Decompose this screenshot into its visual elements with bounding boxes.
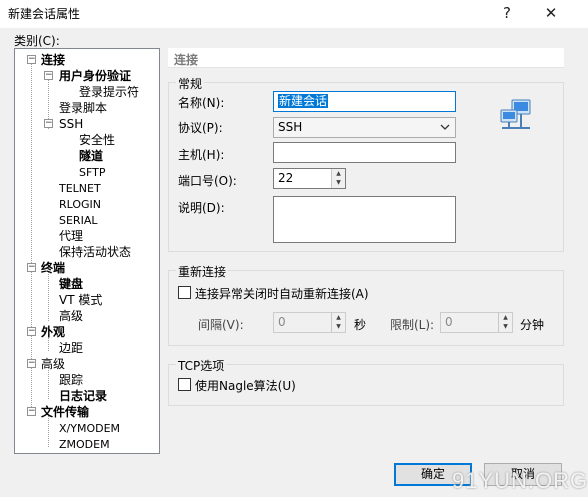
nagle-label[interactable]: 使用Nagle算法(U) <box>195 377 296 394</box>
host-input[interactable] <box>273 142 456 163</box>
host-label: 主机(H): <box>178 148 225 162</box>
limit-input[interactable]: 0 ▲ ▼ <box>440 312 513 333</box>
interval-spinner[interactable]: ▲ ▼ <box>331 313 345 332</box>
tree-item-ssh[interactable]: SSH <box>59 117 83 132</box>
pane-title: 连接 <box>174 53 199 67</box>
interval-label: 间隔(V): <box>198 318 244 332</box>
auto-reconnect-label[interactable]: 连接异常关闭时自动重新连接(A) <box>195 285 369 302</box>
watermark: 91YUN.ORG <box>452 468 588 493</box>
port-input[interactable]: 22 ▲ ▼ <box>273 168 346 189</box>
spin-up-icon[interactable]: ▲ <box>332 169 345 178</box>
auto-reconnect-checkbox[interactable] <box>178 286 191 299</box>
window-title: 新建会话属性 <box>8 7 81 21</box>
spin-up-icon[interactable]: ▲ <box>499 313 512 322</box>
spin-down-icon[interactable]: ▼ <box>332 322 345 331</box>
interval-unit: 秒 <box>354 318 367 332</box>
protocol-value: SSH <box>278 120 303 134</box>
help-button[interactable]: ? <box>496 2 518 24</box>
tree-item-telnet[interactable]: TELNET <box>59 181 101 196</box>
description-label: 说明(D): <box>178 201 225 215</box>
tree-item-terminal-advanced[interactable]: 高级 <box>59 309 83 324</box>
tree-toggle-connection[interactable]: − <box>27 55 36 64</box>
general-legend: 常规 <box>176 75 205 92</box>
tree-item-zmodem[interactable]: ZMODEM <box>59 437 110 452</box>
category-label: 类别(C): <box>14 34 60 48</box>
port-value: 22 <box>278 171 294 185</box>
nagle-checkbox[interactable] <box>178 378 191 391</box>
port-label: 端口号(O): <box>178 174 237 188</box>
tree-item-proxy[interactable]: 代理 <box>59 229 83 244</box>
limit-value: 0 <box>445 315 453 329</box>
tcp-legend: TCP选项 <box>176 357 227 374</box>
tree-toggle-terminal[interactable]: − <box>27 263 36 272</box>
port-spinner[interactable]: ▲ ▼ <box>331 169 345 188</box>
title-bar: 新建会话属性 ? ✕ <box>0 0 588 28</box>
tree-item-advanced[interactable]: 高级 <box>41 357 65 372</box>
protocol-label: 协议(P): <box>178 121 223 135</box>
tree-item-user-auth[interactable]: 用户身份验证 <box>59 69 131 84</box>
tree-item-sftp[interactable]: SFTP <box>79 165 105 180</box>
spin-down-icon[interactable]: ▼ <box>499 322 512 331</box>
protocol-select[interactable]: SSH <box>273 117 456 138</box>
name-value: 新建会话 <box>278 94 329 108</box>
tree-item-terminal[interactable]: 终端 <box>41 261 65 276</box>
tree-toggle-advanced[interactable]: − <box>27 359 36 368</box>
chevron-down-icon <box>440 124 450 130</box>
tree-item-appearance[interactable]: 外观 <box>41 325 65 340</box>
tree-item-login-prompts[interactable]: 登录提示符 <box>79 85 139 100</box>
tree-item-vt-modes[interactable]: VT 模式 <box>59 293 102 308</box>
tree-toggle-file-transfer[interactable]: − <box>27 407 36 416</box>
tree-item-security[interactable]: 安全性 <box>79 133 115 148</box>
spin-up-icon[interactable]: ▲ <box>332 313 345 322</box>
category-tree[interactable]: − − − − − − − 连接 用户身份验证 登录提示符 登录脚本 SSH 安… <box>14 48 160 454</box>
network-icon <box>500 99 531 129</box>
spin-down-icon[interactable]: ▼ <box>332 178 345 187</box>
name-input[interactable]: 新建会话 <box>273 91 456 112</box>
tree-item-xymodem[interactable]: X/YMODEM <box>59 421 120 436</box>
tree-item-trace[interactable]: 跟踪 <box>59 373 83 388</box>
tree-toggle-ssh[interactable]: − <box>44 119 53 128</box>
tree-item-logging[interactable]: 日志记录 <box>59 389 107 404</box>
interval-value: 0 <box>278 315 286 329</box>
interval-input[interactable]: 0 ▲ ▼ <box>273 312 346 333</box>
tree-item-tunneling[interactable]: 隧道 <box>79 149 103 164</box>
tree-item-file-transfer[interactable]: 文件传输 <box>41 405 89 420</box>
limit-spinner[interactable]: ▲ ▼ <box>498 313 512 332</box>
tree-toggle-appearance[interactable]: − <box>27 327 36 336</box>
tree-item-rlogin[interactable]: RLOGIN <box>59 197 101 212</box>
reconnect-legend: 重新连接 <box>176 263 229 280</box>
pane-header: 连接 <box>168 48 564 68</box>
tree-toggle-auth[interactable]: − <box>44 71 53 80</box>
name-label: 名称(N): <box>178 96 225 110</box>
limit-unit: 分钟 <box>520 318 545 332</box>
tree-item-margins[interactable]: 边距 <box>59 341 83 356</box>
close-button[interactable]: ✕ <box>540 2 562 24</box>
limit-label: 限制(L): <box>390 318 435 332</box>
tree-item-connection[interactable]: 连接 <box>41 53 65 68</box>
reconnect-group <box>168 270 564 346</box>
tree-item-login-script[interactable]: 登录脚本 <box>59 101 107 116</box>
tree-item-keyboard[interactable]: 键盘 <box>59 277 83 292</box>
description-input[interactable] <box>273 196 456 243</box>
tree-item-serial[interactable]: SERIAL <box>59 213 97 228</box>
tree-item-keep-alive[interactable]: 保持活动状态 <box>59 245 131 260</box>
